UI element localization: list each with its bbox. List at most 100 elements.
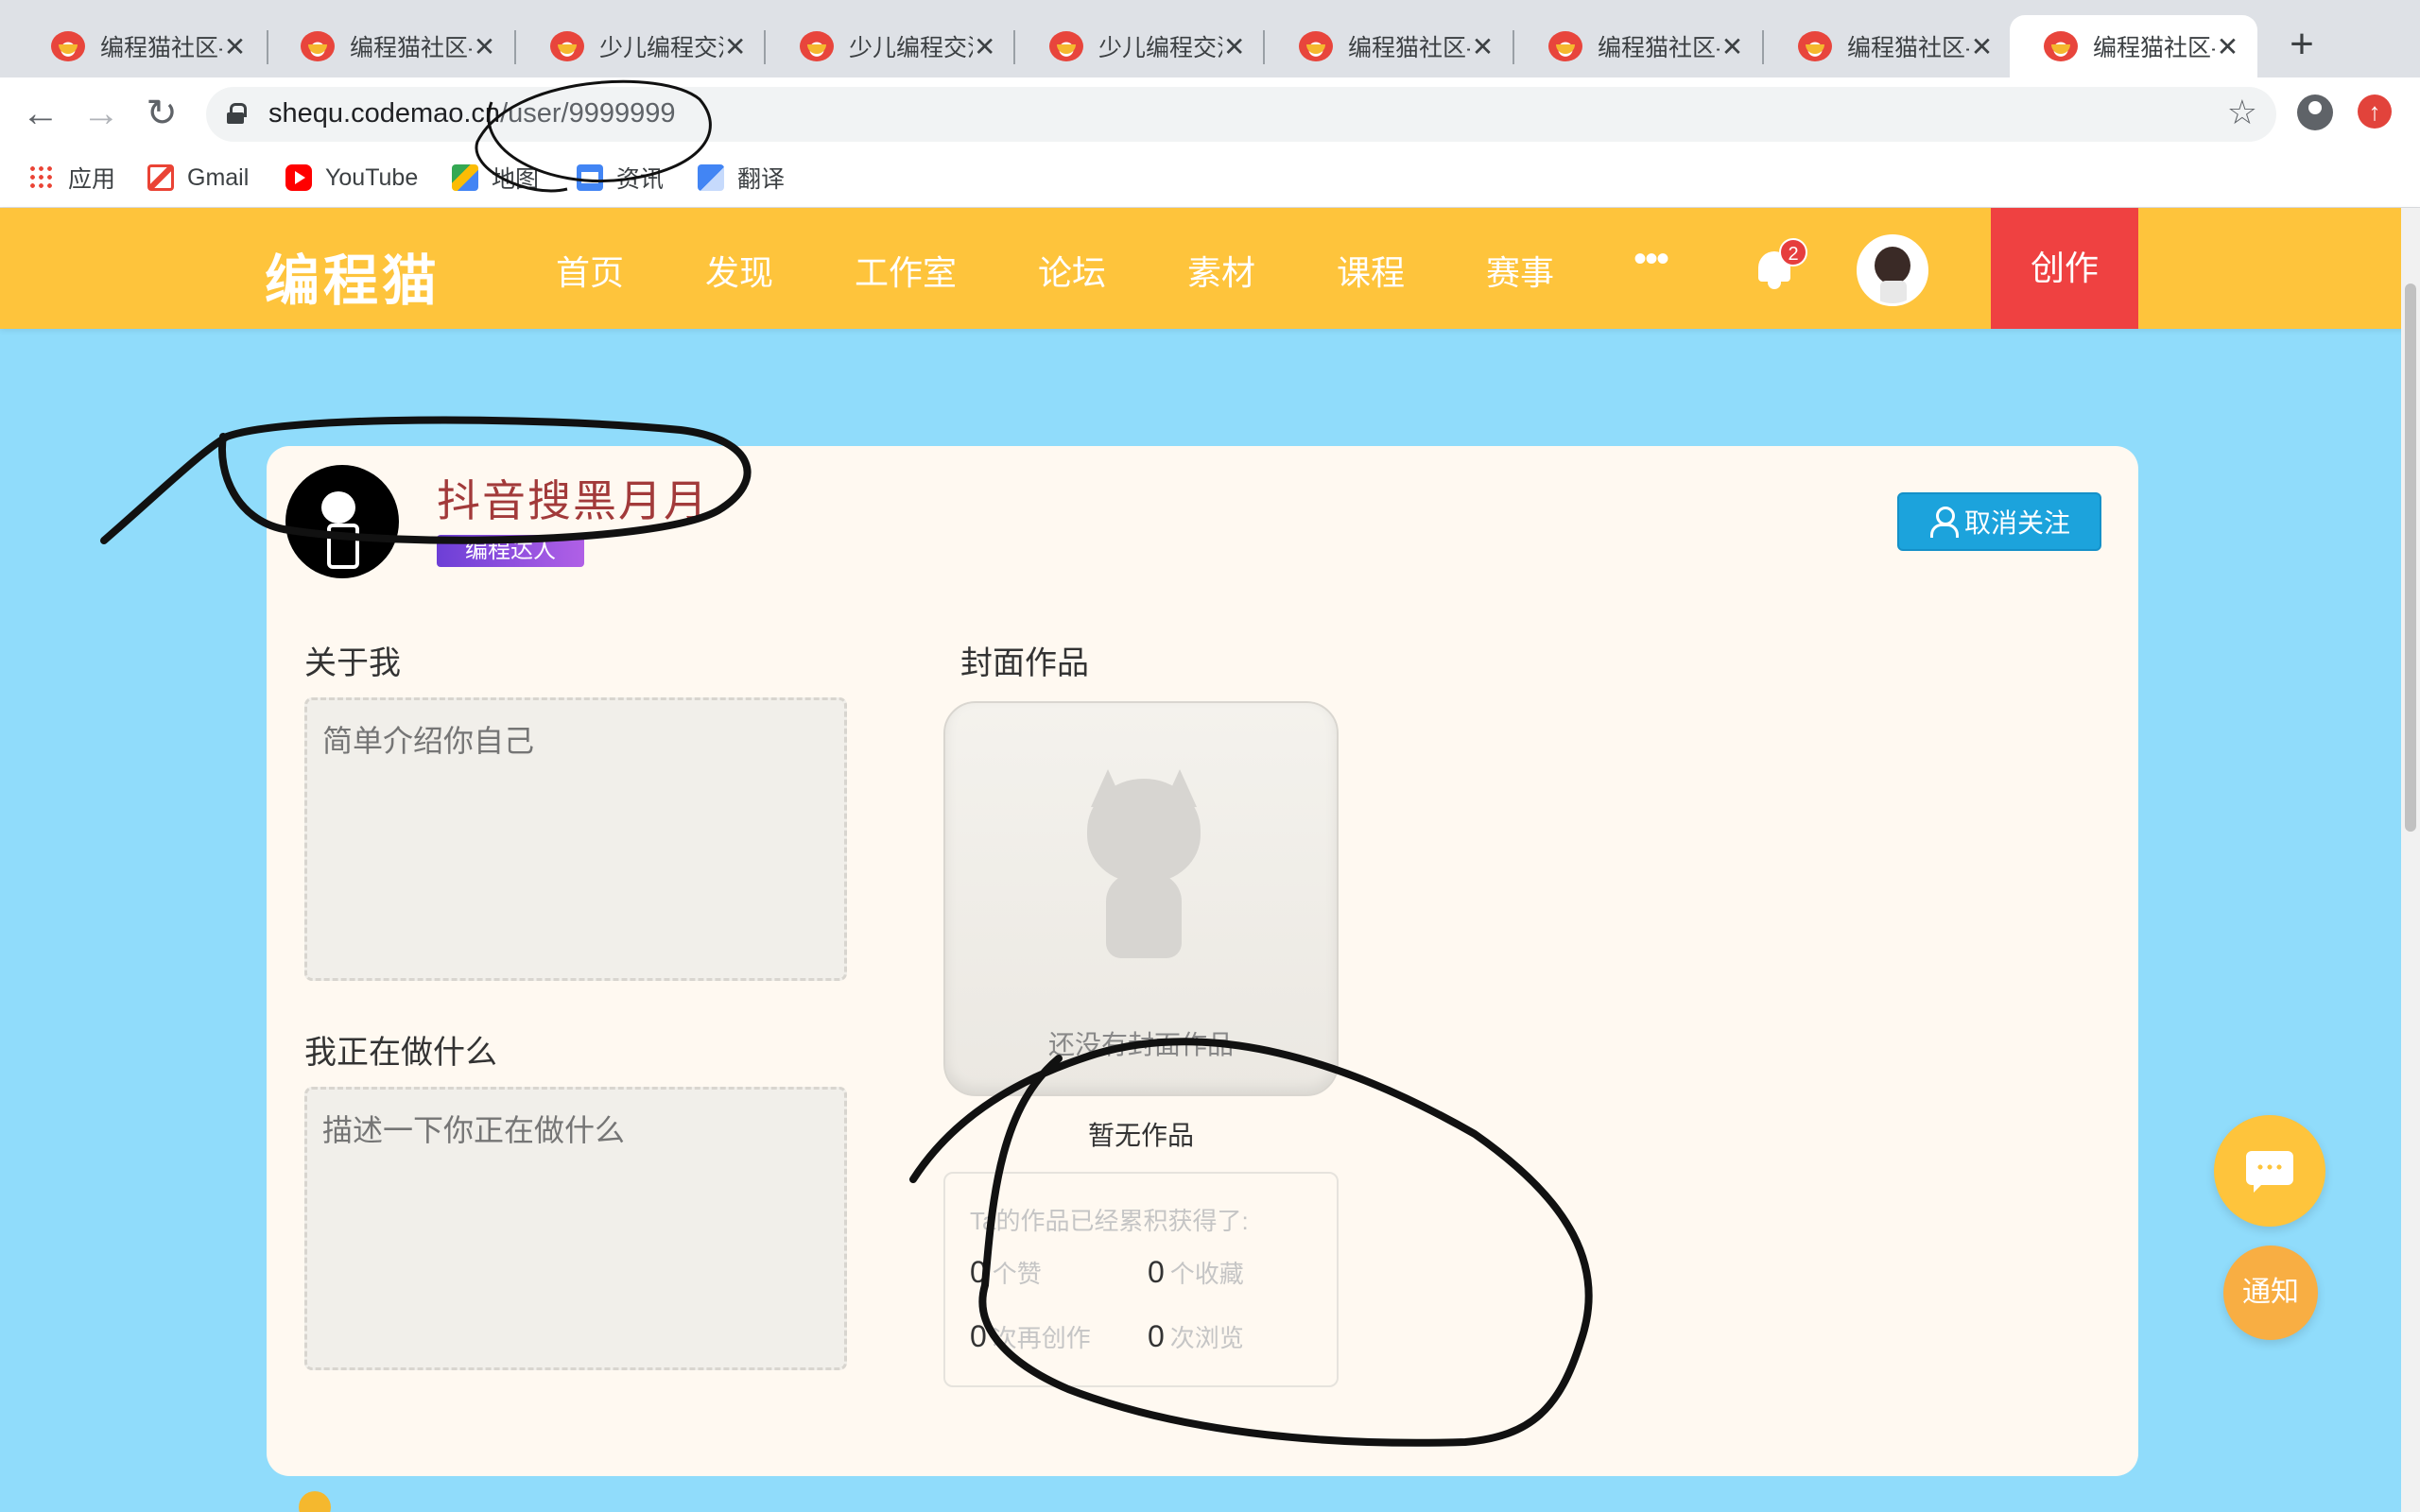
cover-work-placeholder: 还没有封面作品: [943, 701, 1339, 1096]
nav-competitions[interactable]: 赛事: [1486, 246, 1554, 295]
browser-tab[interactable]: 编程猫社区- ✕: [1764, 15, 2012, 77]
bookmark-news[interactable]: 资讯: [577, 159, 664, 197]
bookmark-label: 资讯: [616, 166, 665, 193]
nav-forum[interactable]: 论坛: [1038, 246, 1106, 295]
bookmark-youtube[interactable]: YouTube: [285, 159, 418, 197]
header-avatar[interactable]: [1857, 234, 1928, 306]
tab-close-icon[interactable]: ✕: [973, 31, 996, 62]
tab-close-icon[interactable]: ✕: [723, 31, 747, 62]
stat-favorites: 0 个收藏: [1148, 1255, 1244, 1289]
bookmark-label: 应用: [68, 166, 116, 193]
codemao-favicon-icon: [1049, 31, 1083, 61]
nav-courses[interactable]: 课程: [1337, 246, 1405, 295]
nav-home[interactable]: 首页: [556, 246, 624, 295]
cover-empty-text: 还没有封面作品: [1047, 1030, 1234, 1059]
bookmark-gmail[interactable]: Gmail: [147, 159, 249, 197]
tab-title: 编程猫社区-: [1847, 35, 1969, 61]
bookmark-label: 翻译: [737, 166, 786, 193]
nav-studio[interactable]: 工作室: [855, 246, 957, 295]
chat-dots: [2256, 1164, 2284, 1170]
update-icon[interactable]: ↑: [2358, 94, 2392, 129]
bookmark-apps[interactable]: 应用: [28, 159, 115, 197]
bookmark-star-icon[interactable]: ☆: [2227, 93, 2257, 132]
site-logo[interactable]: 编程猫: [265, 236, 441, 316]
codemao-favicon-icon: [51, 31, 85, 61]
url-text[interactable]: shequ.codemao.cn/user/9999999: [268, 98, 676, 129]
browser-tab[interactable]: 少儿编程交流✕: [766, 15, 1013, 77]
bookmark-label: YouTube: [325, 163, 419, 191]
about-input[interactable]: [304, 697, 847, 981]
tab-close-icon[interactable]: ✕: [1222, 31, 1246, 62]
tab-title: 少儿编程交流: [1098, 35, 1222, 61]
tab-title: 少儿编程交流: [599, 35, 723, 61]
tab-close-icon[interactable]: ✕: [1969, 31, 1995, 62]
codemao-favicon-icon: [1548, 31, 1582, 61]
doing-title: 我正在做什么: [304, 1035, 497, 1071]
tab-close-icon[interactable]: ✕: [2215, 31, 2240, 62]
unfollow-label: 取消关注: [1963, 508, 2070, 538]
browser-tab[interactable]: 编程猫社区- ✕: [17, 15, 265, 77]
forward-arrow-icon[interactable]: →: [78, 91, 125, 136]
stats-title: Ta的作品已经累积获得了:: [970, 1207, 1249, 1235]
profile-avatar: [285, 465, 399, 578]
cat-mascot-icon: [1078, 769, 1210, 958]
about-title: 关于我: [304, 645, 401, 681]
tab-close-icon[interactable]: ✕: [222, 31, 248, 62]
bookmark-label: 地图: [492, 166, 540, 193]
back-arrow-icon[interactable]: ←: [17, 91, 64, 136]
tab-close-icon[interactable]: ✕: [1470, 31, 1495, 62]
bookmark-maps[interactable]: 地图: [452, 159, 539, 197]
tab-title: 编程猫社区-: [2093, 35, 2215, 61]
nav-more[interactable]: •••: [1634, 238, 1669, 281]
unfollow-button[interactable]: 取消关注: [1897, 492, 2101, 551]
codemao-favicon-icon: [301, 31, 335, 61]
url-host: shequ.codemao.cn: [268, 98, 501, 129]
notify-button[interactable]: 通知: [2223, 1246, 2318, 1340]
tab-close-icon[interactable]: ✕: [472, 31, 497, 62]
apps-grid-icon: [28, 164, 55, 191]
tab-title: 编程猫社区-: [350, 35, 472, 61]
codemao-favicon-icon: [2044, 31, 2078, 61]
browser-toolbar: ← → ↻ shequ.codemao.cn/user/9999999 ☆ ↑: [0, 77, 2420, 149]
browser-tab[interactable]: 编程猫社区- ✕: [267, 15, 514, 77]
codemao-favicon-icon: [1798, 31, 1832, 61]
address-bar[interactable]: shequ.codemao.cn/user/9999999 ☆: [206, 87, 2276, 142]
browser-tab-active[interactable]: 编程猫社区- ✕: [2010, 15, 2257, 77]
chat-button[interactable]: [2214, 1115, 2325, 1227]
profile-username: 抖音搜黑月月: [437, 476, 709, 525]
create-button[interactable]: 创作: [1991, 208, 2138, 329]
cover-title: 封面作品: [960, 645, 1089, 681]
doing-input[interactable]: [304, 1087, 847, 1370]
nav-materials[interactable]: 素材: [1187, 246, 1255, 295]
notification-badge: 2: [1779, 238, 1807, 266]
codemao-favicon-icon: [550, 31, 584, 61]
browser-tab[interactable]: 编程猫社区- ✕: [1514, 15, 1762, 77]
lock-icon: [227, 103, 247, 124]
nav-discover[interactable]: 发现: [705, 246, 773, 295]
bookmark-translate[interactable]: 翻译: [698, 159, 785, 197]
translate-icon: [698, 164, 724, 191]
codemao-favicon-icon: [1299, 31, 1333, 61]
tab-title: 编程猫社区-: [100, 35, 222, 61]
browser-tab-strip: 编程猫社区-✕ 编程猫社区-✕ 少儿编程交流✕ 少儿编程交流✕ 少儿编程交流✕ …: [0, 0, 2420, 77]
stat-likes: 0 个赞: [970, 1255, 1042, 1289]
tab-title: 编程猫社区-: [1348, 35, 1470, 61]
browser-tab[interactable]: 编程猫社区- ✕: [1265, 15, 1512, 77]
reload-icon[interactable]: ↻: [138, 91, 185, 136]
page-scrollbar[interactable]: [2401, 208, 2420, 1512]
news-icon: [577, 164, 603, 191]
scrollbar-thumb[interactable]: [2405, 284, 2416, 832]
account-icon[interactable]: [2297, 94, 2333, 130]
gmail-icon: [147, 164, 174, 191]
browser-tab[interactable]: 少儿编程交流✕: [516, 15, 764, 77]
site-header: 编程猫 首页 发现 工作室 论坛 素材 课程 赛事 ••• 2 创作: [0, 208, 2420, 329]
stat-remixes: 0 次再创作: [970, 1319, 1091, 1353]
stat-views: 0 次浏览: [1148, 1319, 1244, 1353]
tab-close-icon[interactable]: ✕: [1720, 31, 1745, 62]
browser-tab[interactable]: 少儿编程交流✕: [1015, 15, 1263, 77]
level-badge: 编程达人: [437, 535, 584, 567]
stats-panel: Ta的作品已经累积获得了: 0 个赞 0 个收藏 0 次再创作 0 次浏览: [943, 1172, 1339, 1387]
maps-icon: [452, 164, 478, 191]
tab-title: 编程猫社区-: [1598, 35, 1720, 61]
new-tab-button[interactable]: +: [2278, 21, 2325, 68]
